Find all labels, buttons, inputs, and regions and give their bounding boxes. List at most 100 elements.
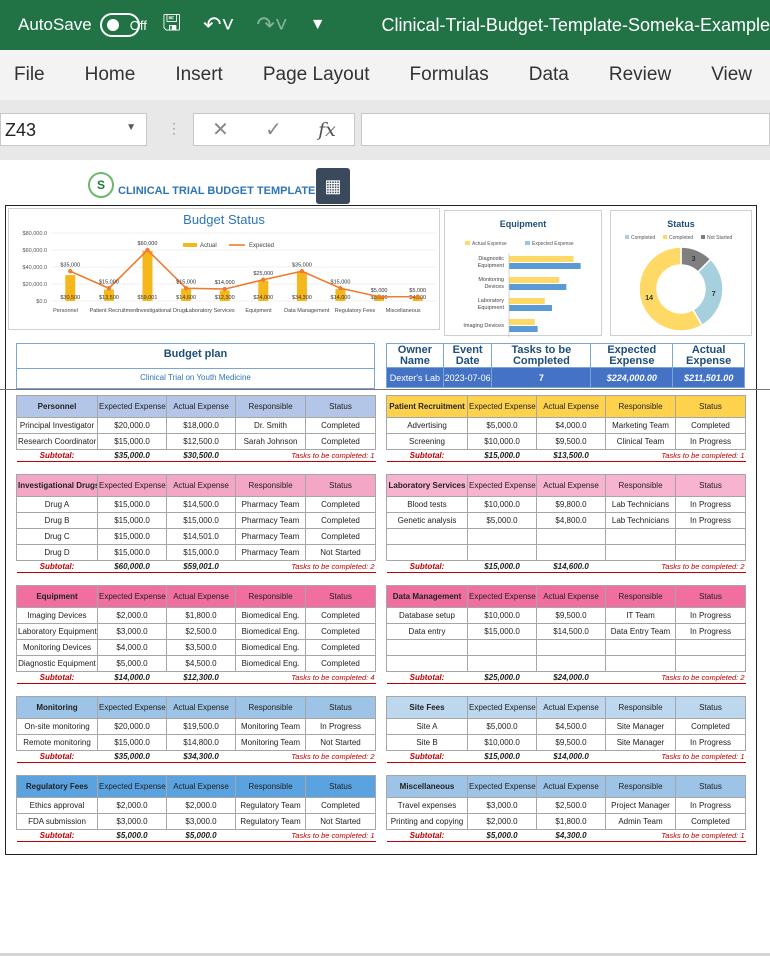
enter-icon[interactable]: ✓ <box>265 117 282 142</box>
table-cell[interactable]: Monitoring Team <box>235 718 306 735</box>
budget-status-chart[interactable]: Budget Status $0.0 $20,000.0 $40,000.0 $60,… <box>8 208 440 330</box>
table-cell[interactable]: Completed <box>305 528 376 545</box>
table-cell[interactable]: Regulatory Team <box>235 797 306 814</box>
table-cell[interactable]: In Progress <box>305 718 376 735</box>
table-cell[interactable]: Marketing Team <box>605 417 676 434</box>
table-cell[interactable] <box>467 528 537 545</box>
table-cell[interactable]: $14,500.0 <box>166 496 236 513</box>
table-cell[interactable]: $10,000.0 <box>467 433 537 450</box>
status-chart[interactable]: Status Completed Completed Not Started 3 7 14 <box>610 210 752 336</box>
formula-input[interactable] <box>361 113 770 146</box>
table-cell[interactable]: $4,500.0 <box>536 718 606 735</box>
table-cell[interactable]: Lab Technicians <box>605 496 676 513</box>
table-cell[interactable]: Completed <box>305 417 376 434</box>
table-cell[interactable]: $2,000.0 <box>467 813 537 830</box>
table-cell[interactable]: Lab Technicians <box>605 512 676 529</box>
chevron-down-icon[interactable]: ▼ <box>126 122 136 133</box>
table-cell[interactable]: Dr. Smith <box>235 417 306 434</box>
table-cell[interactable]: Printing and copying <box>386 813 468 830</box>
table-cell[interactable] <box>675 544 746 561</box>
table-cell[interactable]: Research Coordinator <box>16 433 98 450</box>
table-cell[interactable]: $5,000.0 <box>467 718 537 735</box>
table-cell[interactable]: $2,000.0 <box>166 797 236 814</box>
tab-data[interactable]: Data <box>529 64 569 86</box>
table-cell[interactable] <box>467 639 537 656</box>
table-cell[interactable]: Completed <box>305 797 376 814</box>
table-cell[interactable] <box>467 544 537 561</box>
table-cell[interactable]: $20,000.0 <box>97 417 167 434</box>
table-cell[interactable]: $10,000.0 <box>467 496 537 513</box>
table-cell[interactable]: Monitoring Team <box>235 734 306 751</box>
table-cell[interactable]: Not Started <box>305 734 376 751</box>
table-cell[interactable]: $14,500.0 <box>536 623 606 640</box>
table-cell[interactable]: Drug B <box>16 512 98 529</box>
tab-review[interactable]: Review <box>609 64 671 86</box>
table-cell[interactable]: Pharmacy Team <box>235 496 306 513</box>
table-cell[interactable]: Completed <box>675 718 746 735</box>
table-cell[interactable]: $10,000.0 <box>467 607 537 624</box>
cancel-icon[interactable]: ✕ <box>212 117 229 142</box>
table-cell[interactable]: Genetic analysis <box>386 512 468 529</box>
insert-function-icon[interactable]: fx <box>318 119 336 141</box>
table-cell[interactable]: Completed <box>305 433 376 450</box>
table-cell[interactable]: $3,000.0 <box>166 813 236 830</box>
table-cell[interactable]: Completed <box>305 623 376 640</box>
table-cell[interactable]: Advertising <box>386 417 468 434</box>
table-cell[interactable] <box>605 639 676 656</box>
table-cell[interactable] <box>605 655 676 672</box>
tab-home[interactable]: Home <box>85 64 136 86</box>
table-cell[interactable]: Drug C <box>16 528 98 545</box>
table-cell[interactable]: Travel expenses <box>386 797 468 814</box>
table-cell[interactable]: $20,000.0 <box>97 718 167 735</box>
table-cell[interactable] <box>536 528 606 545</box>
table-cell[interactable]: $12,500.0 <box>166 433 236 450</box>
table-cell[interactable]: Drug D <box>16 544 98 561</box>
table-cell[interactable]: FDA submission <box>16 813 98 830</box>
table-cell[interactable]: $15,000.0 <box>97 734 167 751</box>
table-cell[interactable] <box>605 528 676 545</box>
table-cell[interactable]: $15,000.0 <box>97 544 167 561</box>
table-cell[interactable] <box>386 528 468 545</box>
table-cell[interactable]: $1,800.0 <box>166 607 236 624</box>
worksheet[interactable]: S CLINICAL TRIAL BUDGET TEMPLATE ▦ Budge… <box>0 160 770 956</box>
table-cell[interactable] <box>675 639 746 656</box>
table-cell[interactable]: $9,500.0 <box>536 607 606 624</box>
table-cell[interactable]: Site B <box>386 734 468 751</box>
table-cell[interactable]: $2,000.0 <box>97 797 167 814</box>
table-cell[interactable]: $15,000.0 <box>97 433 167 450</box>
table-cell[interactable]: Biomedical Eng. <box>235 607 306 624</box>
table-cell[interactable]: Project Manager <box>605 797 676 814</box>
table-cell[interactable] <box>536 639 606 656</box>
table-cell[interactable]: Completed <box>675 813 746 830</box>
table-cell[interactable]: In Progress <box>675 623 746 640</box>
table-cell[interactable]: Diagnostic Equipment <box>16 655 98 672</box>
save-icon[interactable]: 🖫 <box>162 6 181 44</box>
table-cell[interactable]: Pharmacy Team <box>235 528 306 545</box>
table-cell[interactable]: Not Started <box>305 544 376 561</box>
table-cell[interactable]: $5,000.0 <box>467 417 537 434</box>
table-cell[interactable]: Sarah Johnson <box>235 433 306 450</box>
table-cell[interactable]: In Progress <box>675 797 746 814</box>
table-cell[interactable]: Ethics approval <box>16 797 98 814</box>
table-cell[interactable]: Principal Investigator <box>16 417 98 434</box>
table-cell[interactable]: Biomedical Eng. <box>235 655 306 672</box>
table-cell[interactable]: $4,500.0 <box>166 655 236 672</box>
table-cell[interactable]: $14,800.0 <box>166 734 236 751</box>
table-cell[interactable]: Site A <box>386 718 468 735</box>
tab-file[interactable]: File <box>14 64 45 86</box>
table-cell[interactable]: Pharmacy Team <box>235 512 306 529</box>
table-cell[interactable]: Not Started <box>305 813 376 830</box>
table-cell[interactable]: Site Manager <box>605 718 676 735</box>
table-cell[interactable] <box>386 544 468 561</box>
table-cell[interactable]: $2,000.0 <box>97 607 167 624</box>
table-cell[interactable] <box>386 639 468 656</box>
table-cell[interactable]: Laboratory Equipment <box>16 623 98 640</box>
table-cell[interactable]: $15,000.0 <box>166 544 236 561</box>
table-cell[interactable]: $10,000.0 <box>467 734 537 751</box>
name-box[interactable]: Z43 ▼ <box>0 113 147 146</box>
table-cell[interactable]: $2,500.0 <box>166 623 236 640</box>
table-cell[interactable]: Admin Team <box>605 813 676 830</box>
table-cell[interactable]: Pharmacy Team <box>235 544 306 561</box>
table-cell[interactable]: In Progress <box>675 607 746 624</box>
redo-icon[interactable]: ↷˅ <box>256 12 287 38</box>
